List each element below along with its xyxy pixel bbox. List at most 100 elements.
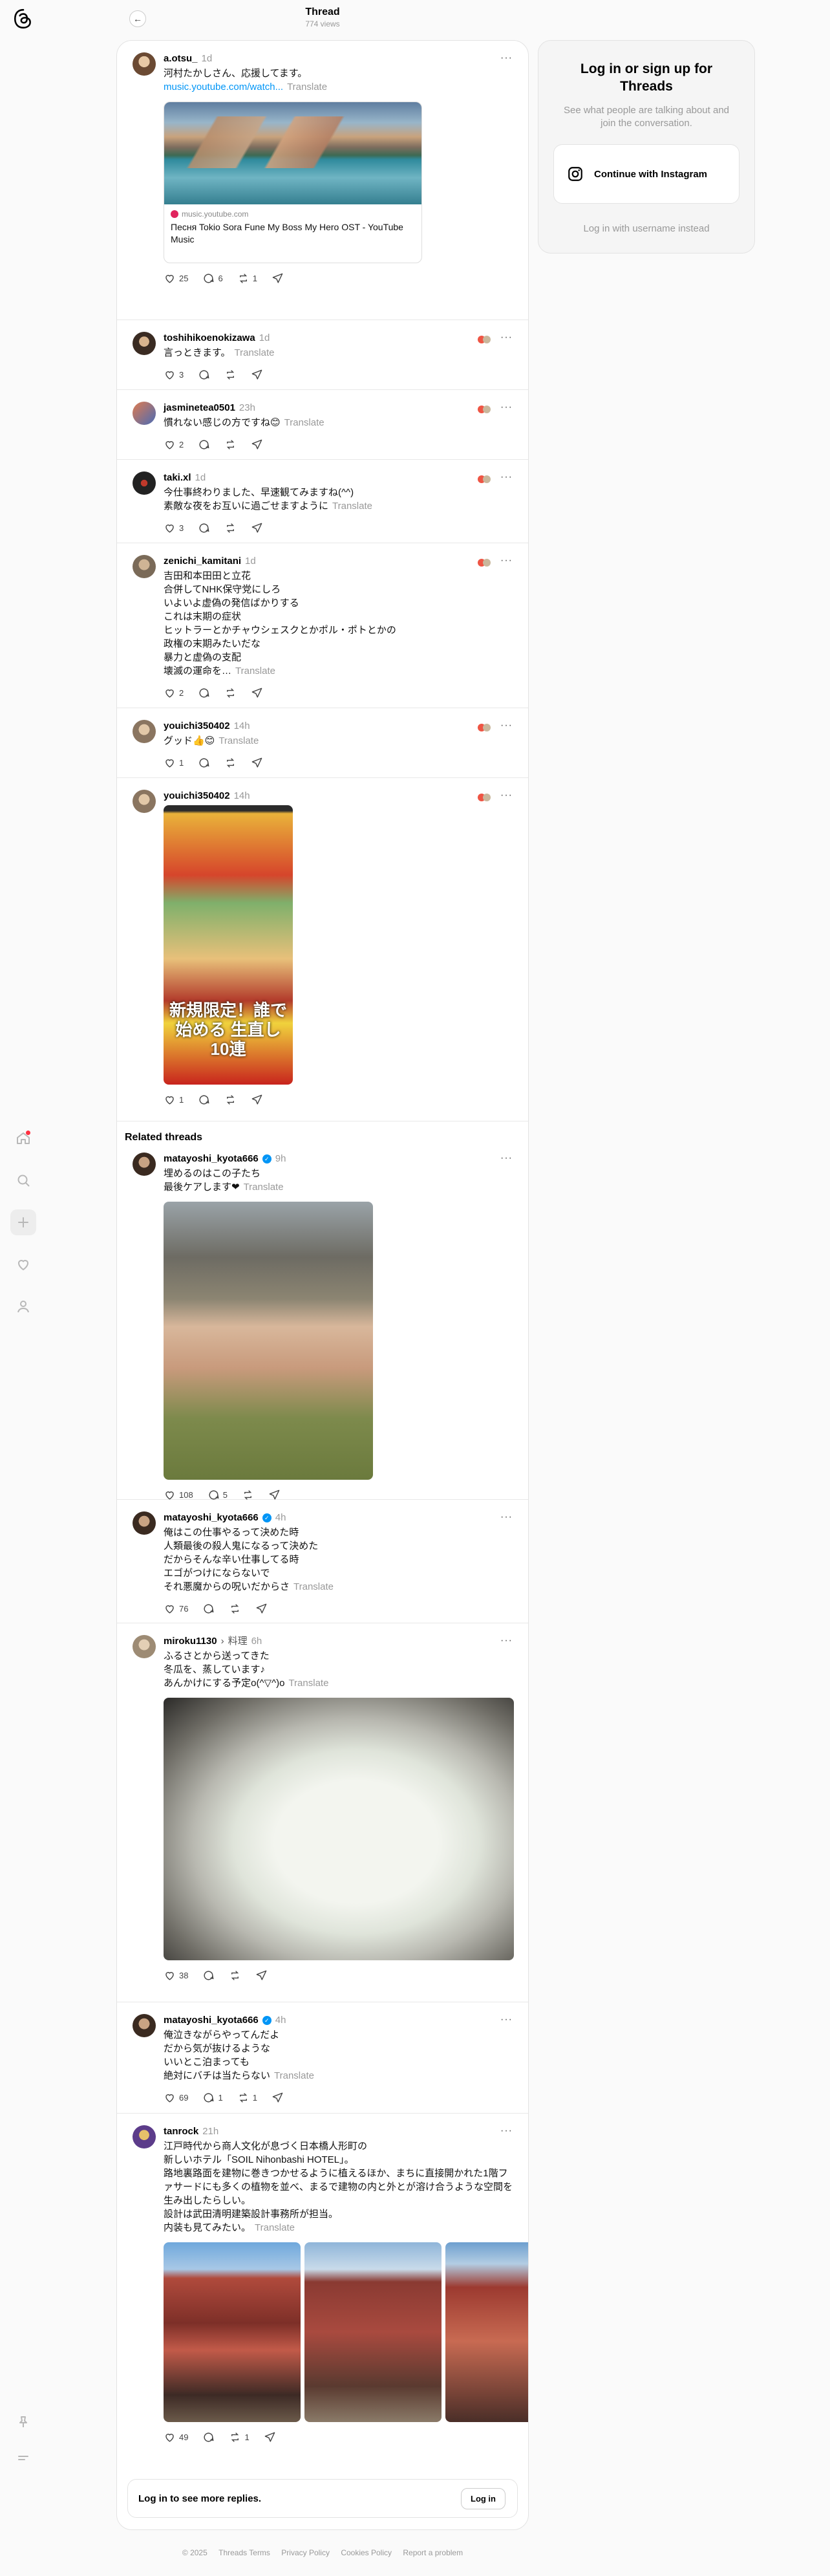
like-button[interactable]: 3 [164,369,184,381]
like-button[interactable]: 2 [164,687,184,699]
avatar[interactable] [133,720,156,743]
avatar[interactable] [133,52,156,76]
login-button[interactable]: Log in [461,2487,505,2509]
share-button[interactable] [255,1969,268,1982]
repost-button[interactable] [224,757,237,769]
carousel-image[interactable] [445,2242,528,2422]
repost-button[interactable] [224,438,237,451]
more-options-icon[interactable]: ··· [500,2125,513,2137]
post-image[interactable]: 新規限定！誰で始める 生直し10連 [164,805,293,1085]
translate-link[interactable]: Translate [287,81,327,92]
nav-pinned[interactable] [10,2409,36,2435]
privacy-link[interactable]: Privacy Policy [281,2548,330,2557]
like-button[interactable]: 2 [164,438,184,451]
translate-link[interactable]: Translate [235,666,275,676]
username[interactable]: jasminetea0501 [164,402,235,415]
timestamp[interactable]: 14h [234,720,250,733]
timestamp[interactable]: 14h [234,790,250,803]
like-button[interactable]: 1 [164,757,184,769]
repost-button[interactable] [229,1969,241,1982]
username[interactable]: zenichi_kamitani [164,555,241,568]
report-link[interactable]: Report a problem [403,2548,463,2557]
continue-with-instagram-button[interactable]: Continue with Instagram [553,144,740,204]
share-button[interactable] [251,522,263,534]
share-button[interactable] [251,438,263,451]
share-button[interactable] [268,1489,281,1501]
share-button[interactable] [251,757,263,769]
post-image[interactable] [164,1698,514,1960]
username[interactable]: taki.xl [164,471,191,484]
nav-search[interactable] [10,1167,36,1193]
timestamp[interactable]: 1d [259,332,270,345]
username[interactable]: youichi350402 [164,790,230,803]
share-button[interactable] [255,1603,268,1615]
username[interactable]: toshihikoenokizawa [164,332,255,345]
username[interactable]: matayoshi_kyota666 [164,1511,259,1524]
more-options-icon[interactable]: ··· [500,555,513,567]
share-button[interactable] [271,272,284,285]
terms-link[interactable]: Threads Terms [218,2548,270,2557]
translate-link[interactable]: Translate [284,417,325,428]
avatar[interactable] [133,1511,156,1535]
translate-link[interactable]: Translate [293,1581,334,1592]
translate-link[interactable]: Translate [332,501,372,512]
post-link[interactable]: music.youtube.com/watch... [164,81,283,92]
more-options-icon[interactable]: ··· [500,471,513,483]
nav-activity[interactable] [10,1251,36,1277]
username[interactable]: matayoshi_kyota666 [164,2014,259,2027]
nav-more[interactable] [10,2445,36,2471]
avatar[interactable] [133,2014,156,2037]
more-options-icon[interactable]: ··· [500,402,513,413]
username[interactable]: matayoshi_kyota666 [164,1153,259,1165]
like-button[interactable]: 25 [164,272,188,285]
link-preview-card[interactable]: music.youtube.com Песня Tokio Sora Fune … [164,102,422,263]
carousel-image[interactable] [164,2242,301,2422]
more-options-icon[interactable]: ··· [500,1635,513,1647]
threads-logo-icon[interactable] [12,8,34,30]
timestamp[interactable]: 1d [245,555,256,568]
topic-tag[interactable]: 料理 [228,1635,248,1648]
timestamp[interactable]: 4h [275,1511,286,1524]
like-button[interactable]: 108 [164,1489,193,1501]
repost-button[interactable]: 1 [229,2431,250,2443]
more-options-icon[interactable]: ··· [500,790,513,801]
username[interactable]: tanrock [164,2125,198,2138]
more-options-icon[interactable]: ··· [500,1153,513,1164]
avatar[interactable] [133,1153,156,1176]
avatar[interactable] [133,2125,156,2148]
timestamp[interactable]: 4h [275,2014,286,2027]
more-options-icon[interactable]: ··· [500,52,513,64]
share-button[interactable] [264,2431,276,2443]
avatar[interactable] [133,790,156,813]
username[interactable]: youichi350402 [164,720,230,733]
avatar[interactable] [133,1635,156,1658]
translate-link[interactable]: Translate [218,735,259,746]
reply-button[interactable] [198,522,210,534]
username-login-link[interactable]: Log in with username instead [538,223,754,234]
reply-button[interactable] [202,1969,215,1982]
avatar[interactable] [133,555,156,578]
like-button[interactable]: 38 [164,1969,188,1982]
more-options-icon[interactable]: ··· [500,2014,513,2026]
image-carousel[interactable] [164,2242,528,2422]
avatar[interactable] [133,402,156,425]
carousel-image[interactable] [304,2242,442,2422]
nav-profile[interactable] [10,1293,36,1319]
timestamp[interactable]: 1d [202,52,213,65]
translate-link[interactable]: Translate [235,347,275,358]
like-button[interactable]: 3 [164,522,184,534]
like-button[interactable]: 49 [164,2431,188,2443]
username[interactable]: miroku1130 [164,1635,217,1648]
translate-link[interactable]: Translate [288,1678,328,1689]
reply-button[interactable] [198,438,210,451]
reply-button[interactable]: 6 [202,272,223,285]
translate-link[interactable]: Translate [255,2222,295,2233]
translate-link[interactable]: Translate [244,1182,284,1193]
avatar[interactable] [133,471,156,495]
like-button[interactable]: 69 [164,2092,188,2104]
nav-create[interactable] [10,1209,36,1235]
reply-button[interactable] [198,1094,210,1106]
repost-button[interactable]: 1 [237,272,257,285]
repost-button[interactable] [242,1489,254,1501]
repost-button[interactable] [224,1094,237,1106]
